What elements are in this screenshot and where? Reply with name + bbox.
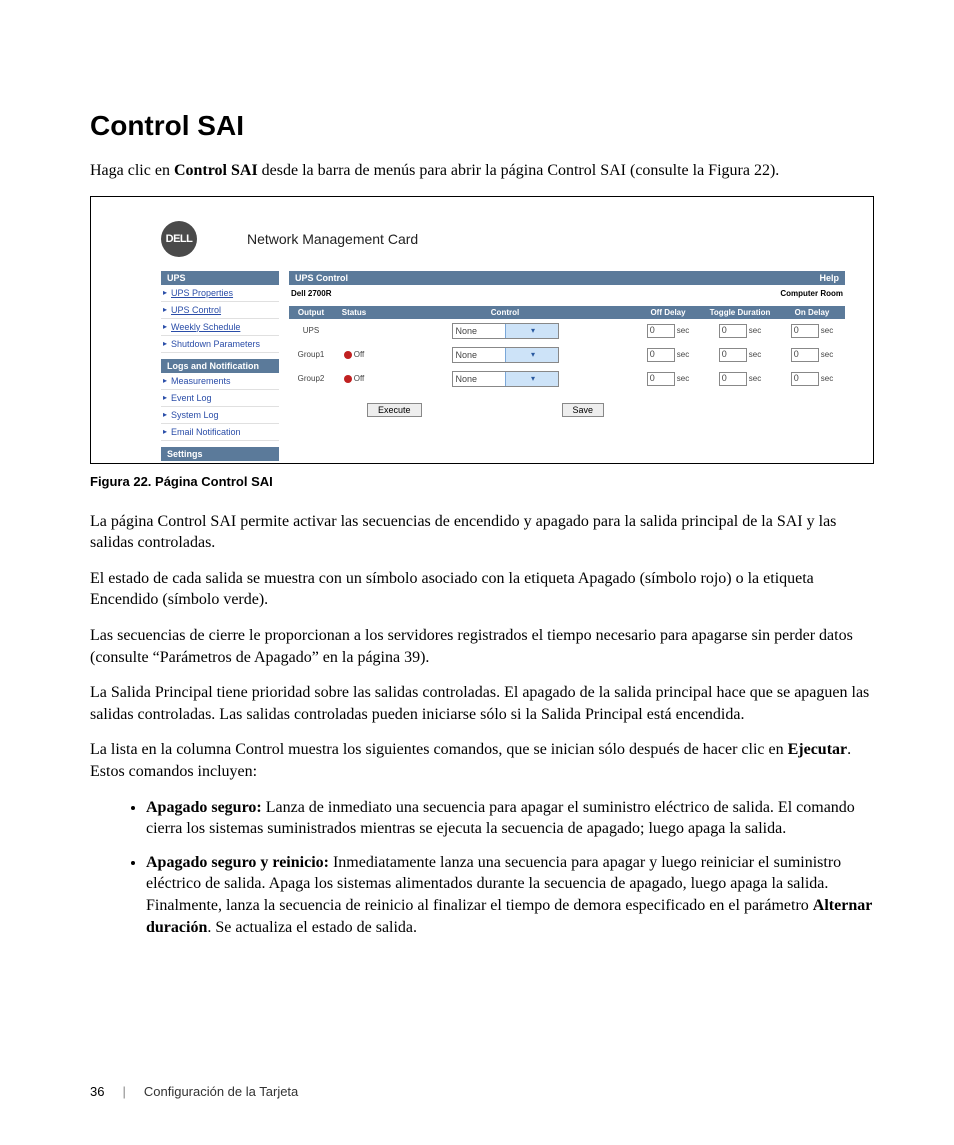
sidebar-head-settings: Settings <box>161 447 279 461</box>
para4: La Salida Principal tiene prioridad sobr… <box>90 682 874 725</box>
table-row: Group1 Off None▾ 0sec 0sec 0sec <box>289 343 845 367</box>
control-select-value: None <box>453 374 505 384</box>
execute-button[interactable]: Execute <box>367 403 422 417</box>
figure-screenshot: DELL Network Management Card UPS UPS Pro… <box>90 196 874 464</box>
off-delay-input[interactable]: 0 <box>647 324 675 338</box>
chevron-down-icon: ▾ <box>505 372 558 386</box>
intro-bold: Control SAI <box>174 162 258 179</box>
control-select-value: None <box>453 326 505 336</box>
on-delay-input[interactable]: 0 <box>791 348 819 362</box>
control-table: Output Status Control Off Delay Toggle D… <box>289 306 845 391</box>
chevron-down-icon: ▾ <box>505 324 558 338</box>
unit-label: sec <box>677 326 689 335</box>
list-item: Apagado seguro y reinicio: Inmediatament… <box>146 852 874 938</box>
unit-label: sec <box>821 374 833 383</box>
status-text: Off <box>354 374 365 383</box>
card-title: Network Management Card <box>247 231 418 247</box>
sidebar-item-email-notification[interactable]: Email Notification <box>161 424 279 441</box>
sidebar-head-logs: Logs and Notification <box>161 359 279 373</box>
page-number: 36 <box>90 1084 104 1099</box>
location-label: Computer Room <box>780 289 843 298</box>
sidebar-item-ups-control[interactable]: UPS Control <box>161 302 279 319</box>
table-row: UPS None▾ 0sec 0sec 0sec <box>289 319 845 343</box>
sidebar-item-ups-properties[interactable]: UPS Properties <box>161 285 279 302</box>
control-select-value: None <box>453 350 505 360</box>
sidebar-item-event-log[interactable]: Event Log <box>161 390 279 407</box>
control-select[interactable]: None▾ <box>452 323 559 339</box>
th-on-delay: On Delay <box>779 306 845 319</box>
para2: El estado de cada salida se muestra con … <box>90 568 874 611</box>
sidebar-head-ups: UPS <box>161 271 279 285</box>
toggle-duration-input[interactable]: 0 <box>719 324 747 338</box>
footer-separator: | <box>122 1084 125 1099</box>
th-off-delay: Off Delay <box>635 306 701 319</box>
page-footer: 36 | Configuración de la Tarjeta <box>90 1084 298 1099</box>
bullet2-title: Apagado seguro y reinicio: <box>146 854 329 871</box>
row-output: UPS <box>289 319 333 343</box>
bullet1-title: Apagado seguro: <box>146 799 262 816</box>
para5-bold: Ejecutar <box>788 741 848 758</box>
save-button[interactable]: Save <box>562 403 605 417</box>
row-status <box>333 319 375 343</box>
toggle-duration-input[interactable]: 0 <box>719 348 747 362</box>
row-status: Off <box>333 367 375 391</box>
device-label: Dell 2700R <box>291 289 331 298</box>
control-select[interactable]: None▾ <box>452 347 559 363</box>
sidebar: UPS UPS Properties UPS Control Weekly Sc… <box>161 271 279 464</box>
figure-caption: Figura 22. Página Control SAI <box>90 474 874 489</box>
sidebar-item-network[interactable]: Network <box>161 461 279 464</box>
chevron-down-icon: ▾ <box>505 348 558 362</box>
sidebar-item-measurements[interactable]: Measurements <box>161 373 279 390</box>
th-output: Output <box>289 306 333 319</box>
dell-logo: DELL <box>161 221 197 257</box>
command-list: Apagado seguro: Lanza de inmediato una s… <box>90 797 874 939</box>
page-heading: Control SAI <box>90 110 874 142</box>
on-delay-input[interactable]: 0 <box>791 372 819 386</box>
row-output: Group2 <box>289 367 333 391</box>
unit-label: sec <box>749 326 761 335</box>
para3: Las secuencias de cierre le proporcionan… <box>90 625 874 668</box>
help-link[interactable]: Help <box>819 273 839 283</box>
sidebar-item-system-log[interactable]: System Log <box>161 407 279 424</box>
main-head-label: UPS Control <box>295 273 348 283</box>
bullet2-text-b: . Se actualiza el estado de salida. <box>207 919 417 936</box>
control-select[interactable]: None▾ <box>452 371 559 387</box>
off-delay-input[interactable]: 0 <box>647 348 675 362</box>
unit-label: sec <box>677 350 689 359</box>
list-item: Apagado seguro: Lanza de inmediato una s… <box>146 797 874 840</box>
intro-b: desde la barra de menús para abrir la pá… <box>258 162 780 179</box>
sidebar-item-weekly-schedule[interactable]: Weekly Schedule <box>161 319 279 336</box>
main-panel: UPS Control Help Dell 2700R Computer Roo… <box>289 271 845 464</box>
para5: La lista en la columna Control muestra l… <box>90 739 874 782</box>
unit-label: sec <box>749 350 761 359</box>
unit-label: sec <box>677 374 689 383</box>
row-output: Group1 <box>289 343 333 367</box>
th-control: Control <box>375 306 635 319</box>
th-toggle-duration: Toggle Duration <box>701 306 779 319</box>
table-row: Group2 Off None▾ 0sec 0sec 0sec <box>289 367 845 391</box>
unit-label: sec <box>749 374 761 383</box>
th-status: Status <box>333 306 375 319</box>
status-text: Off <box>354 350 365 359</box>
intro-a: Haga clic en <box>90 162 174 179</box>
para5-a: La lista en la columna Control muestra l… <box>90 741 788 758</box>
unit-label: sec <box>821 350 833 359</box>
off-delay-input[interactable]: 0 <box>647 372 675 386</box>
para1: La página Control SAI permite activar la… <box>90 511 874 554</box>
unit-label: sec <box>821 326 833 335</box>
sidebar-item-shutdown-parameters[interactable]: Shutdown Parameters <box>161 336 279 353</box>
footer-section: Configuración de la Tarjeta <box>144 1084 298 1099</box>
on-delay-input[interactable]: 0 <box>791 324 819 338</box>
status-off-icon <box>344 351 352 359</box>
toggle-duration-input[interactable]: 0 <box>719 372 747 386</box>
row-status: Off <box>333 343 375 367</box>
intro-paragraph: Haga clic en Control SAI desde la barra … <box>90 160 874 182</box>
status-off-icon <box>344 375 352 383</box>
